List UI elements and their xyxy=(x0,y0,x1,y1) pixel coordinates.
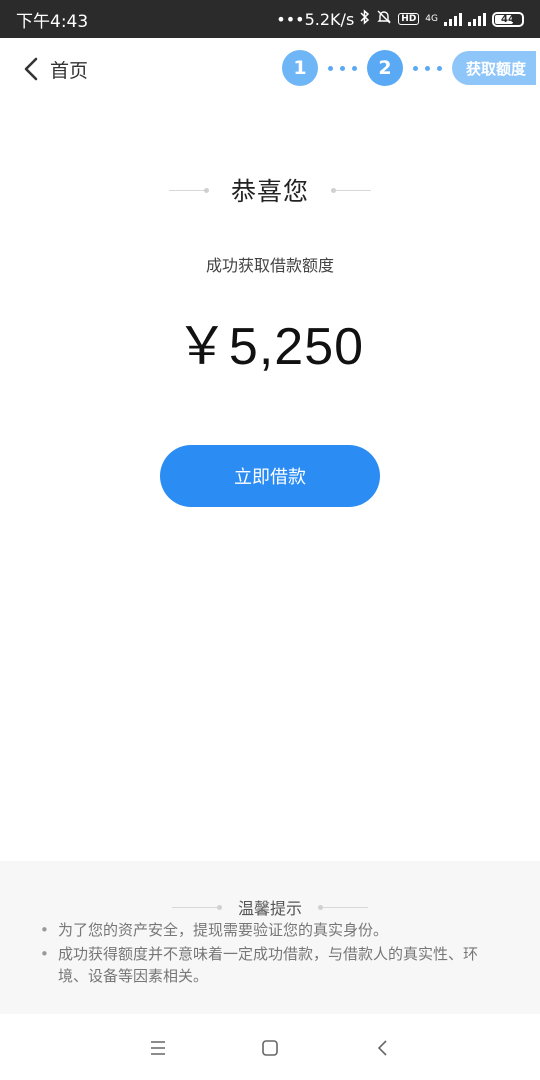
back-arrow-icon xyxy=(377,1040,387,1056)
chevron-left-icon xyxy=(24,57,38,81)
home-button[interactable] xyxy=(258,1036,282,1060)
bullet-icon: • xyxy=(40,945,49,963)
home-square-icon xyxy=(262,1040,278,1056)
borrow-now-button[interactable]: 立即借款 xyxy=(160,445,380,507)
status-bar: 下午4:43 •••5.2K/s HD 4G 44 xyxy=(0,0,540,38)
back-button[interactable]: 首页 xyxy=(22,50,88,88)
congrats-header: 恭喜您 xyxy=(0,170,540,210)
mute-bell-icon xyxy=(376,9,392,29)
list-item: • 成功获得额度并不意味着一定成功借款，与借款人的真实性、环境、设备等因素相关。 xyxy=(40,943,500,987)
subtitle: 成功获取借款额度 xyxy=(205,256,334,275)
menu-icon xyxy=(151,1041,165,1055)
back-nav-button[interactable] xyxy=(371,1036,395,1060)
tips-section: 温馨提示 • 为了您的资产安全，提现需要验证您的真实身份。 • 成功获得额度并不… xyxy=(0,861,540,1014)
decor-line xyxy=(171,904,222,910)
status-time: 下午4:43 xyxy=(16,11,89,32)
signal-icon xyxy=(444,12,462,26)
step-current-label: 获取额度 xyxy=(452,51,536,85)
tip-text: 成功获得额度并不意味着一定成功借款，与借款人的真实性、环境、设备等因素相关。 xyxy=(58,945,479,985)
menu-button[interactable] xyxy=(146,1036,170,1060)
step-2: 2 xyxy=(367,50,403,86)
nav-bar: 首页 1 2 获取额度 xyxy=(0,38,540,100)
status-icons: •••5.2K/s HD 4G 44 xyxy=(276,9,524,29)
battery-icon: 44 xyxy=(492,11,524,27)
bullet-icon: • xyxy=(40,921,49,939)
step-dots xyxy=(328,65,357,71)
hd-icon: HD xyxy=(398,13,420,25)
loan-amount: ￥5,250 xyxy=(175,318,365,376)
step-1: 1 xyxy=(282,50,318,86)
tips-title: 温馨提示 xyxy=(237,899,302,918)
decor-line xyxy=(318,904,368,910)
tips-list: • 为了您的资产安全，提现需要验证您的真实身份。 • 成功获得额度并不意味着一定… xyxy=(40,919,500,989)
step-indicator: 1 2 获取额度 xyxy=(282,50,536,86)
tips-header: 温馨提示 xyxy=(0,895,540,919)
system-nav-bar xyxy=(0,1014,540,1080)
page-title: 恭喜您 xyxy=(230,177,309,206)
back-label: 首页 xyxy=(50,59,89,82)
list-item: • 为了您的资产安全，提现需要验证您的真实身份。 xyxy=(40,919,500,941)
tip-text: 为了您的资产安全，提现需要验证您的真实身份。 xyxy=(58,921,389,939)
network-type: 4G xyxy=(425,13,438,24)
battery-level: 44 xyxy=(501,13,515,25)
signal-icon-2 xyxy=(468,12,486,26)
network-speed: •••5.2K/s xyxy=(276,9,355,29)
decor-line xyxy=(331,187,371,193)
step-dots xyxy=(413,65,442,71)
decor-line xyxy=(168,187,209,193)
bluetooth-icon xyxy=(360,9,370,29)
